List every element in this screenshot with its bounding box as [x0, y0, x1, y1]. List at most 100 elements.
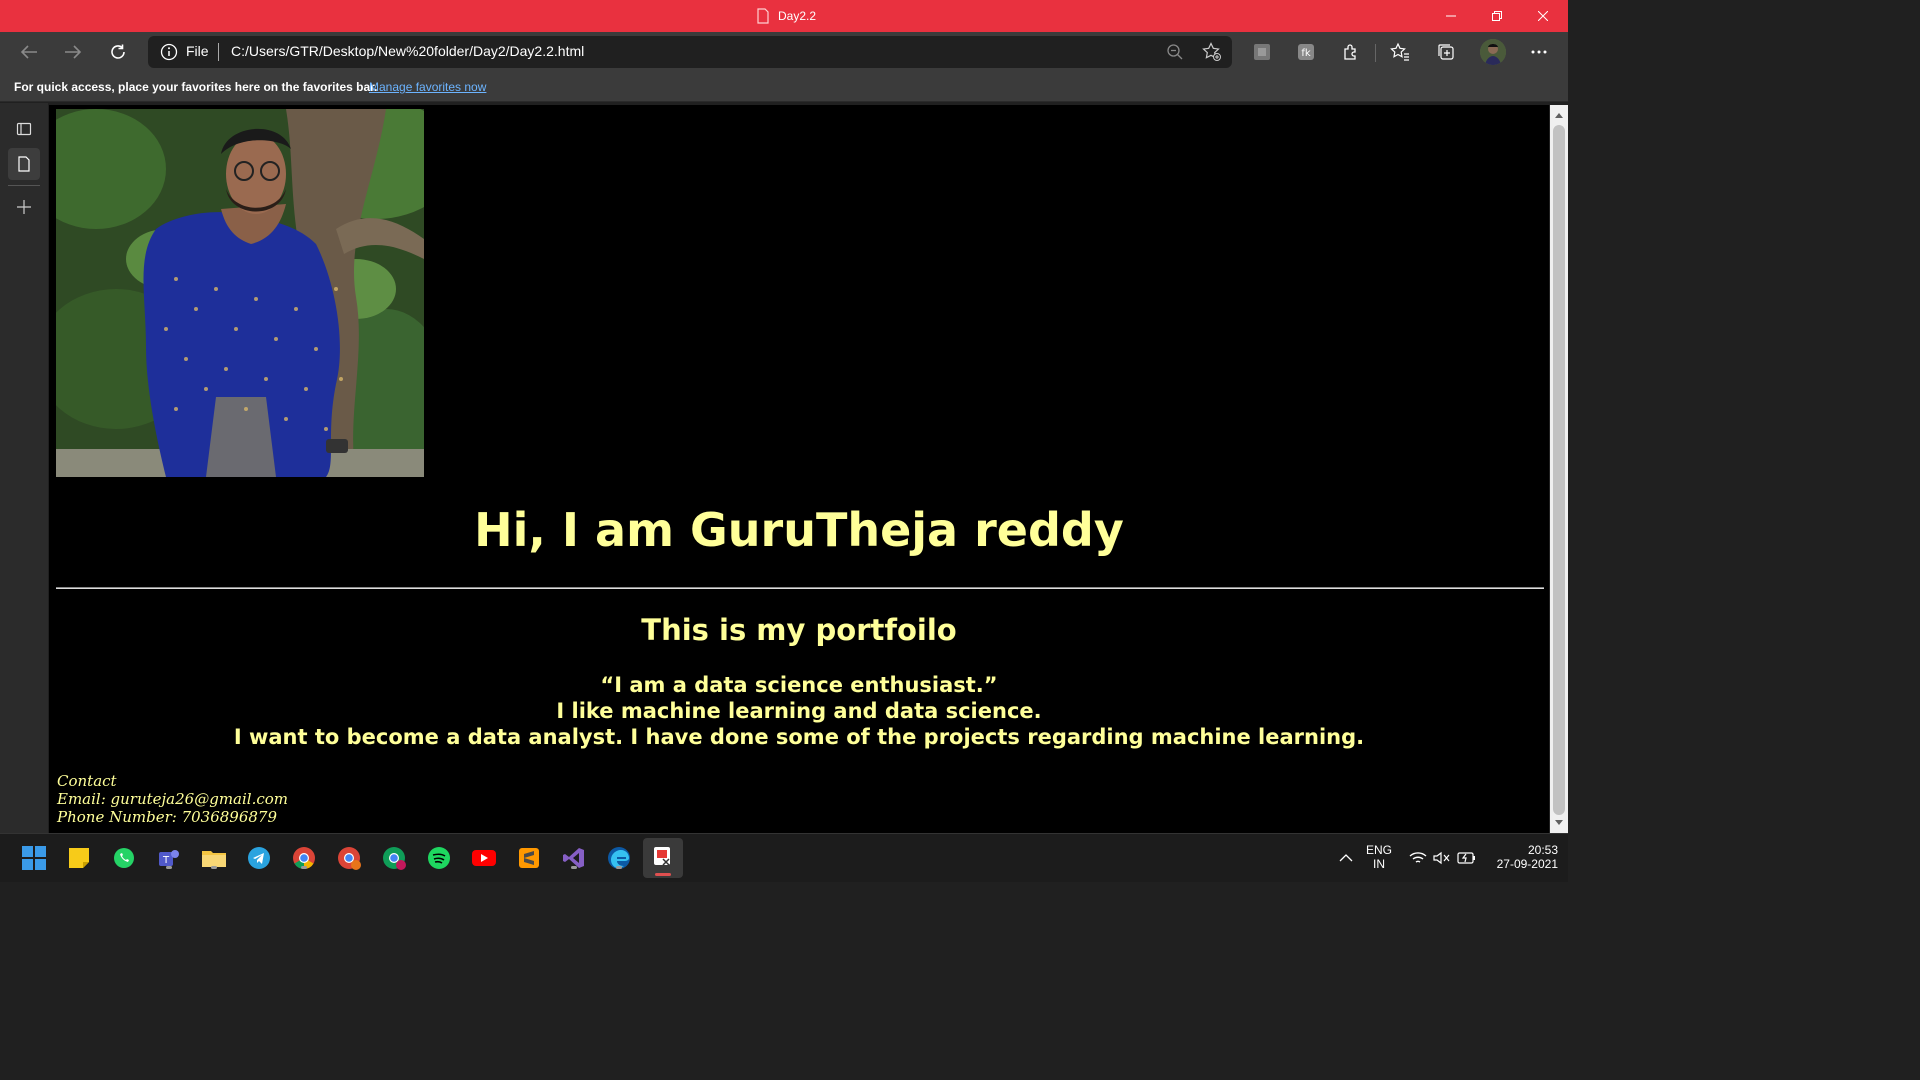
- tab-actions-icon: [16, 122, 32, 136]
- add-favorite-icon[interactable]: [1202, 42, 1222, 62]
- chrome-app[interactable]: [290, 844, 318, 872]
- volume-status[interactable]: [1428, 844, 1456, 872]
- page-icon: [18, 156, 30, 172]
- wifi-icon: [1409, 852, 1427, 863]
- contact-section: Contact Email: guruteja26@gmail.com Phon…: [57, 772, 288, 826]
- favorites-bar-message: For quick access, place your favorites h…: [14, 80, 378, 94]
- forward-button[interactable]: [58, 38, 88, 66]
- clock[interactable]: 20:53 27-09-2021: [1486, 843, 1558, 871]
- tab-actions-button[interactable]: [8, 113, 40, 145]
- window-title: Day2.2: [756, 8, 816, 24]
- sidebar-divider: [8, 185, 40, 186]
- battery-status[interactable]: [1453, 844, 1481, 872]
- language-indicator[interactable]: ENG IN: [1362, 843, 1396, 871]
- minimize-icon: [1446, 15, 1456, 17]
- edge-app[interactable]: [605, 844, 633, 872]
- url-text[interactable]: C:/Users/GTR/Desktop/New%20folder/Day2/D…: [231, 43, 584, 59]
- running-indicator: [301, 866, 307, 869]
- volume-muted-icon: [1433, 851, 1450, 865]
- horizontal-rule: [56, 587, 1544, 589]
- teams-app[interactable]: T: [155, 844, 183, 872]
- scroll-down-icon[interactable]: [1554, 819, 1564, 827]
- favorites-icon[interactable]: [1388, 40, 1412, 64]
- clock-date: 27-09-2021: [1496, 857, 1558, 871]
- info-icon[interactable]: [160, 43, 178, 61]
- extensions-puzzle-icon[interactable]: [1339, 40, 1363, 64]
- intro-line: I want to become a data analyst. I have …: [233, 725, 1365, 749]
- active-indicator: [655, 873, 671, 876]
- intro-line: “I am a data science enthusiast.”: [600, 673, 998, 697]
- battery-charging-icon: [1457, 852, 1475, 864]
- new-tab-button[interactable]: [8, 191, 40, 223]
- visual-studio-app[interactable]: [560, 844, 588, 872]
- chrome-profile-p-app[interactable]: [380, 844, 408, 872]
- vertical-tabs-sidebar: [0, 103, 48, 833]
- language-label: ENG: [1365, 843, 1392, 857]
- youtube-app[interactable]: [470, 844, 498, 872]
- contact-title: Contact: [57, 772, 117, 790]
- zoom-out-icon[interactable]: [1166, 43, 1184, 61]
- back-button[interactable]: [14, 38, 44, 66]
- telegram-app[interactable]: [245, 844, 273, 872]
- running-indicator: [616, 866, 622, 869]
- page-viewport: Hi, I am GuruTheja reddy This is my port…: [49, 105, 1549, 833]
- running-indicator: [211, 866, 217, 869]
- restore-icon: [1492, 11, 1502, 21]
- start-button[interactable]: [20, 844, 48, 872]
- clock-time: 20:53: [1527, 843, 1558, 857]
- scroll-up-icon[interactable]: [1554, 111, 1564, 119]
- profile-avatar[interactable]: [1480, 39, 1506, 65]
- sublime-text-app[interactable]: [515, 844, 543, 872]
- whatsapp-icon: [114, 848, 134, 868]
- running-indicator: [571, 866, 577, 869]
- taskbar: T ENG IN 20:53 27-09-2021: [0, 833, 1568, 882]
- snipping-tool-app[interactable]: [643, 838, 683, 878]
- page-scrollbar[interactable]: [1550, 105, 1568, 833]
- windows-start-icon: [22, 846, 46, 870]
- favorites-bar: For quick access, place your favorites h…: [0, 72, 1568, 102]
- restore-button[interactable]: [1474, 0, 1520, 32]
- collections-icon[interactable]: [1434, 40, 1458, 64]
- address-bar[interactable]: File C:/Users/GTR/Desktop/New%20folder/D…: [148, 36, 1232, 68]
- document-icon: [757, 8, 769, 24]
- extension-gray-icon[interactable]: [1250, 40, 1274, 64]
- chrome-profile-icon: [338, 847, 361, 870]
- chrome-profile-t-app[interactable]: [335, 844, 363, 872]
- show-hidden-icons-button[interactable]: [1332, 844, 1360, 872]
- sticky-notes-app[interactable]: [65, 844, 93, 872]
- address-separator: [218, 43, 219, 61]
- close-button[interactable]: [1520, 0, 1566, 32]
- back-arrow-icon: [20, 45, 37, 59]
- sublime-icon: [519, 848, 539, 868]
- whatsapp-app[interactable]: [110, 844, 138, 872]
- page-subheading: This is my portfoilo: [641, 613, 957, 647]
- scroll-thumb[interactable]: [1553, 125, 1565, 815]
- intro-paragraph: “I am a data science enthusiast.” I like…: [49, 672, 1549, 750]
- manage-favorites-link[interactable]: Manage favorites now: [369, 80, 486, 94]
- toolbar-divider: [1375, 44, 1376, 62]
- tab-day2-2[interactable]: [8, 148, 40, 180]
- extension-fk-icon[interactable]: fk: [1294, 40, 1318, 64]
- chevron-up-icon: [1339, 854, 1353, 862]
- refresh-button[interactable]: [103, 38, 133, 66]
- minimize-button[interactable]: [1428, 0, 1474, 32]
- plus-icon: [17, 200, 31, 214]
- title-bar: Day2.2: [0, 0, 1568, 32]
- youtube-icon: [472, 850, 496, 866]
- file-explorer-app[interactable]: [200, 844, 228, 872]
- page-heading: Hi, I am GuruTheja reddy: [474, 503, 1124, 557]
- sticky-notes-icon: [69, 848, 89, 868]
- profile-photo: [56, 109, 424, 477]
- settings-more-icon[interactable]: [1527, 40, 1551, 64]
- chrome-profile-icon: [383, 847, 406, 870]
- svg-text:T: T: [162, 855, 170, 866]
- refresh-icon: [111, 44, 125, 59]
- spotify-icon: [428, 847, 450, 869]
- forward-arrow-icon: [65, 45, 82, 59]
- contact-phone: Phone Number: 7036896879: [57, 808, 278, 826]
- svg-text:fk: fk: [1301, 48, 1311, 59]
- intro-line: I like machine learning and data science…: [556, 699, 1042, 723]
- telegram-icon: [248, 847, 270, 869]
- spotify-app[interactable]: [425, 844, 453, 872]
- region-label: IN: [1373, 857, 1385, 871]
